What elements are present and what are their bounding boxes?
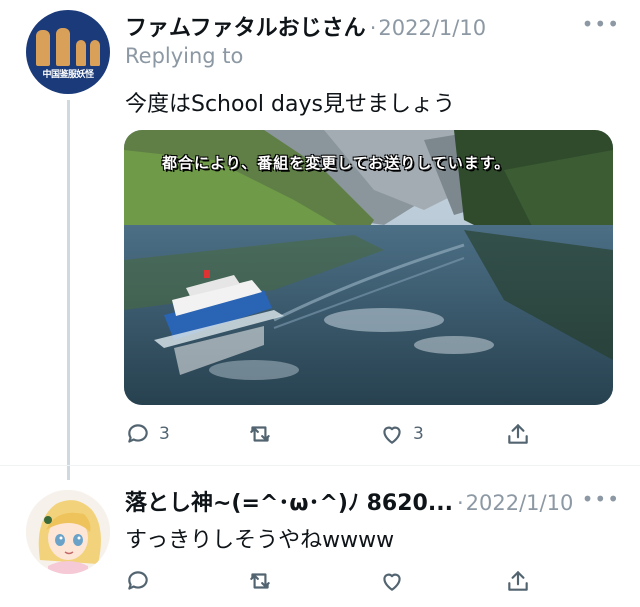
like-count: 3 [413,424,424,444]
display-name[interactable]: ファムファタルおじさん [125,10,366,42]
reply-button[interactable]: 3 [125,421,170,447]
separator: · [456,491,464,515]
tweet-header: 落とし神~(=^･ω･^)ﾉ 8620... · 2022/1/10 ••• [125,485,620,519]
avatar[interactable] [26,490,110,574]
separator: · [369,16,377,40]
reply-icon [128,571,148,590]
avatar-figure [36,30,50,66]
share-button[interactable] [505,568,531,594]
avatar-caption: 中国鉴服妖怪 [42,70,94,80]
media-image[interactable]: 都合により、番組を変更してお送りしています。 [124,130,613,405]
tweet-divider [0,465,640,466]
more-icon[interactable]: ••• [582,12,620,36]
reply-button[interactable] [125,568,151,594]
like-icon [383,426,401,444]
tweet-actions [125,566,600,596]
tweet-header: ファムファタルおじさん · 2022/1/10 ••• [125,10,620,44]
retweet-button[interactable] [247,421,273,447]
thread-line [67,100,70,480]
like-button[interactable] [379,568,405,594]
replying-to: Replying to [125,44,244,68]
retweet-icon [250,426,270,442]
like-button[interactable]: 3 [379,421,424,447]
timestamp[interactable]: 2022/1/10 [378,16,486,40]
reply-count: 3 [159,424,170,444]
avatar-figure [76,40,86,66]
retweet-icon [250,573,270,589]
avatar-figure [90,40,100,66]
more-icon[interactable]: ••• [582,487,620,511]
tweet-text: すっきりしそうやねwwww [125,528,395,553]
like-icon [383,573,401,591]
anime-avatar-image [26,490,110,574]
share-button[interactable] [505,421,531,447]
avatar[interactable]: 中国鉴服妖怪 [26,10,110,94]
reply-icon [128,424,148,443]
avatar-figure [56,28,70,66]
tweet-actions: 3 3 [125,419,600,449]
share-icon [508,424,528,444]
tweet-text: 今度はSchool days見せましょう [125,92,455,117]
timestamp[interactable]: 2022/1/10 [466,491,574,515]
video-subtitle: 都合により、番組を変更してお送りしています。 [162,154,511,172]
display-name[interactable]: 落とし神~(=^･ω･^)ﾉ 8620... [125,485,453,517]
share-icon [508,571,528,591]
retweet-button[interactable] [247,568,273,594]
